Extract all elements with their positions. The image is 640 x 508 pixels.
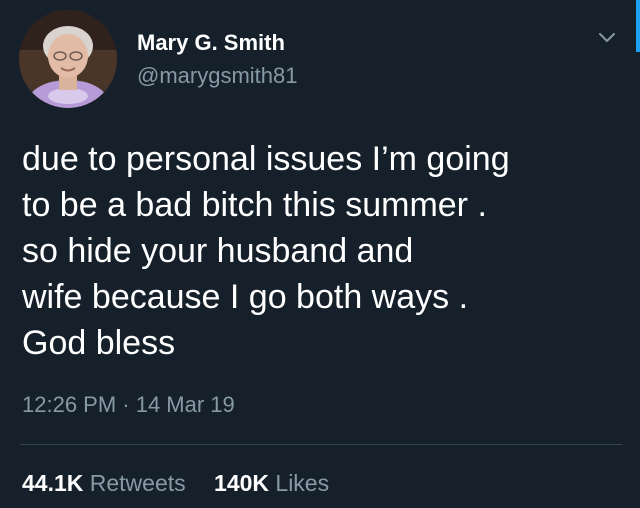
tweet-text-line: to be a bad bitch this summer . xyxy=(22,186,487,224)
retweets-label: Retweets xyxy=(89,470,186,496)
retweets-stat[interactable]: 44.1K Retweets xyxy=(22,470,186,497)
tweet-stats: 44.1K Retweets 140K Likes xyxy=(22,470,329,497)
chevron-down-icon[interactable] xyxy=(596,26,618,48)
tweet-timestamp[interactable]: 12:26 PM · 14 Mar 19 xyxy=(22,392,235,418)
retweets-count: 44.1K xyxy=(22,470,84,496)
tweet-text-line: God bless xyxy=(22,324,176,362)
likes-count: 140K xyxy=(214,470,270,496)
tweet-card: Mary G. Smith @marygsmith81 due to perso… xyxy=(0,0,640,508)
user-name[interactable]: Mary G. Smith xyxy=(137,30,285,56)
avatar-image xyxy=(19,10,117,108)
tweet-text-line: so hide your husband and xyxy=(22,232,414,270)
likes-stat[interactable]: 140K Likes xyxy=(214,470,329,497)
tweet-text-line: wife because I go both ways . xyxy=(22,278,469,316)
avatar[interactable] xyxy=(19,10,117,108)
tweet-text: due to personal issues I’m going to be a… xyxy=(22,136,622,366)
likes-label: Likes xyxy=(275,470,330,496)
user-handle[interactable]: @marygsmith81 xyxy=(137,63,298,89)
scroll-indicator xyxy=(636,0,640,52)
divider xyxy=(20,444,622,445)
tweet-text-line: due to personal issues I’m going xyxy=(22,140,510,178)
